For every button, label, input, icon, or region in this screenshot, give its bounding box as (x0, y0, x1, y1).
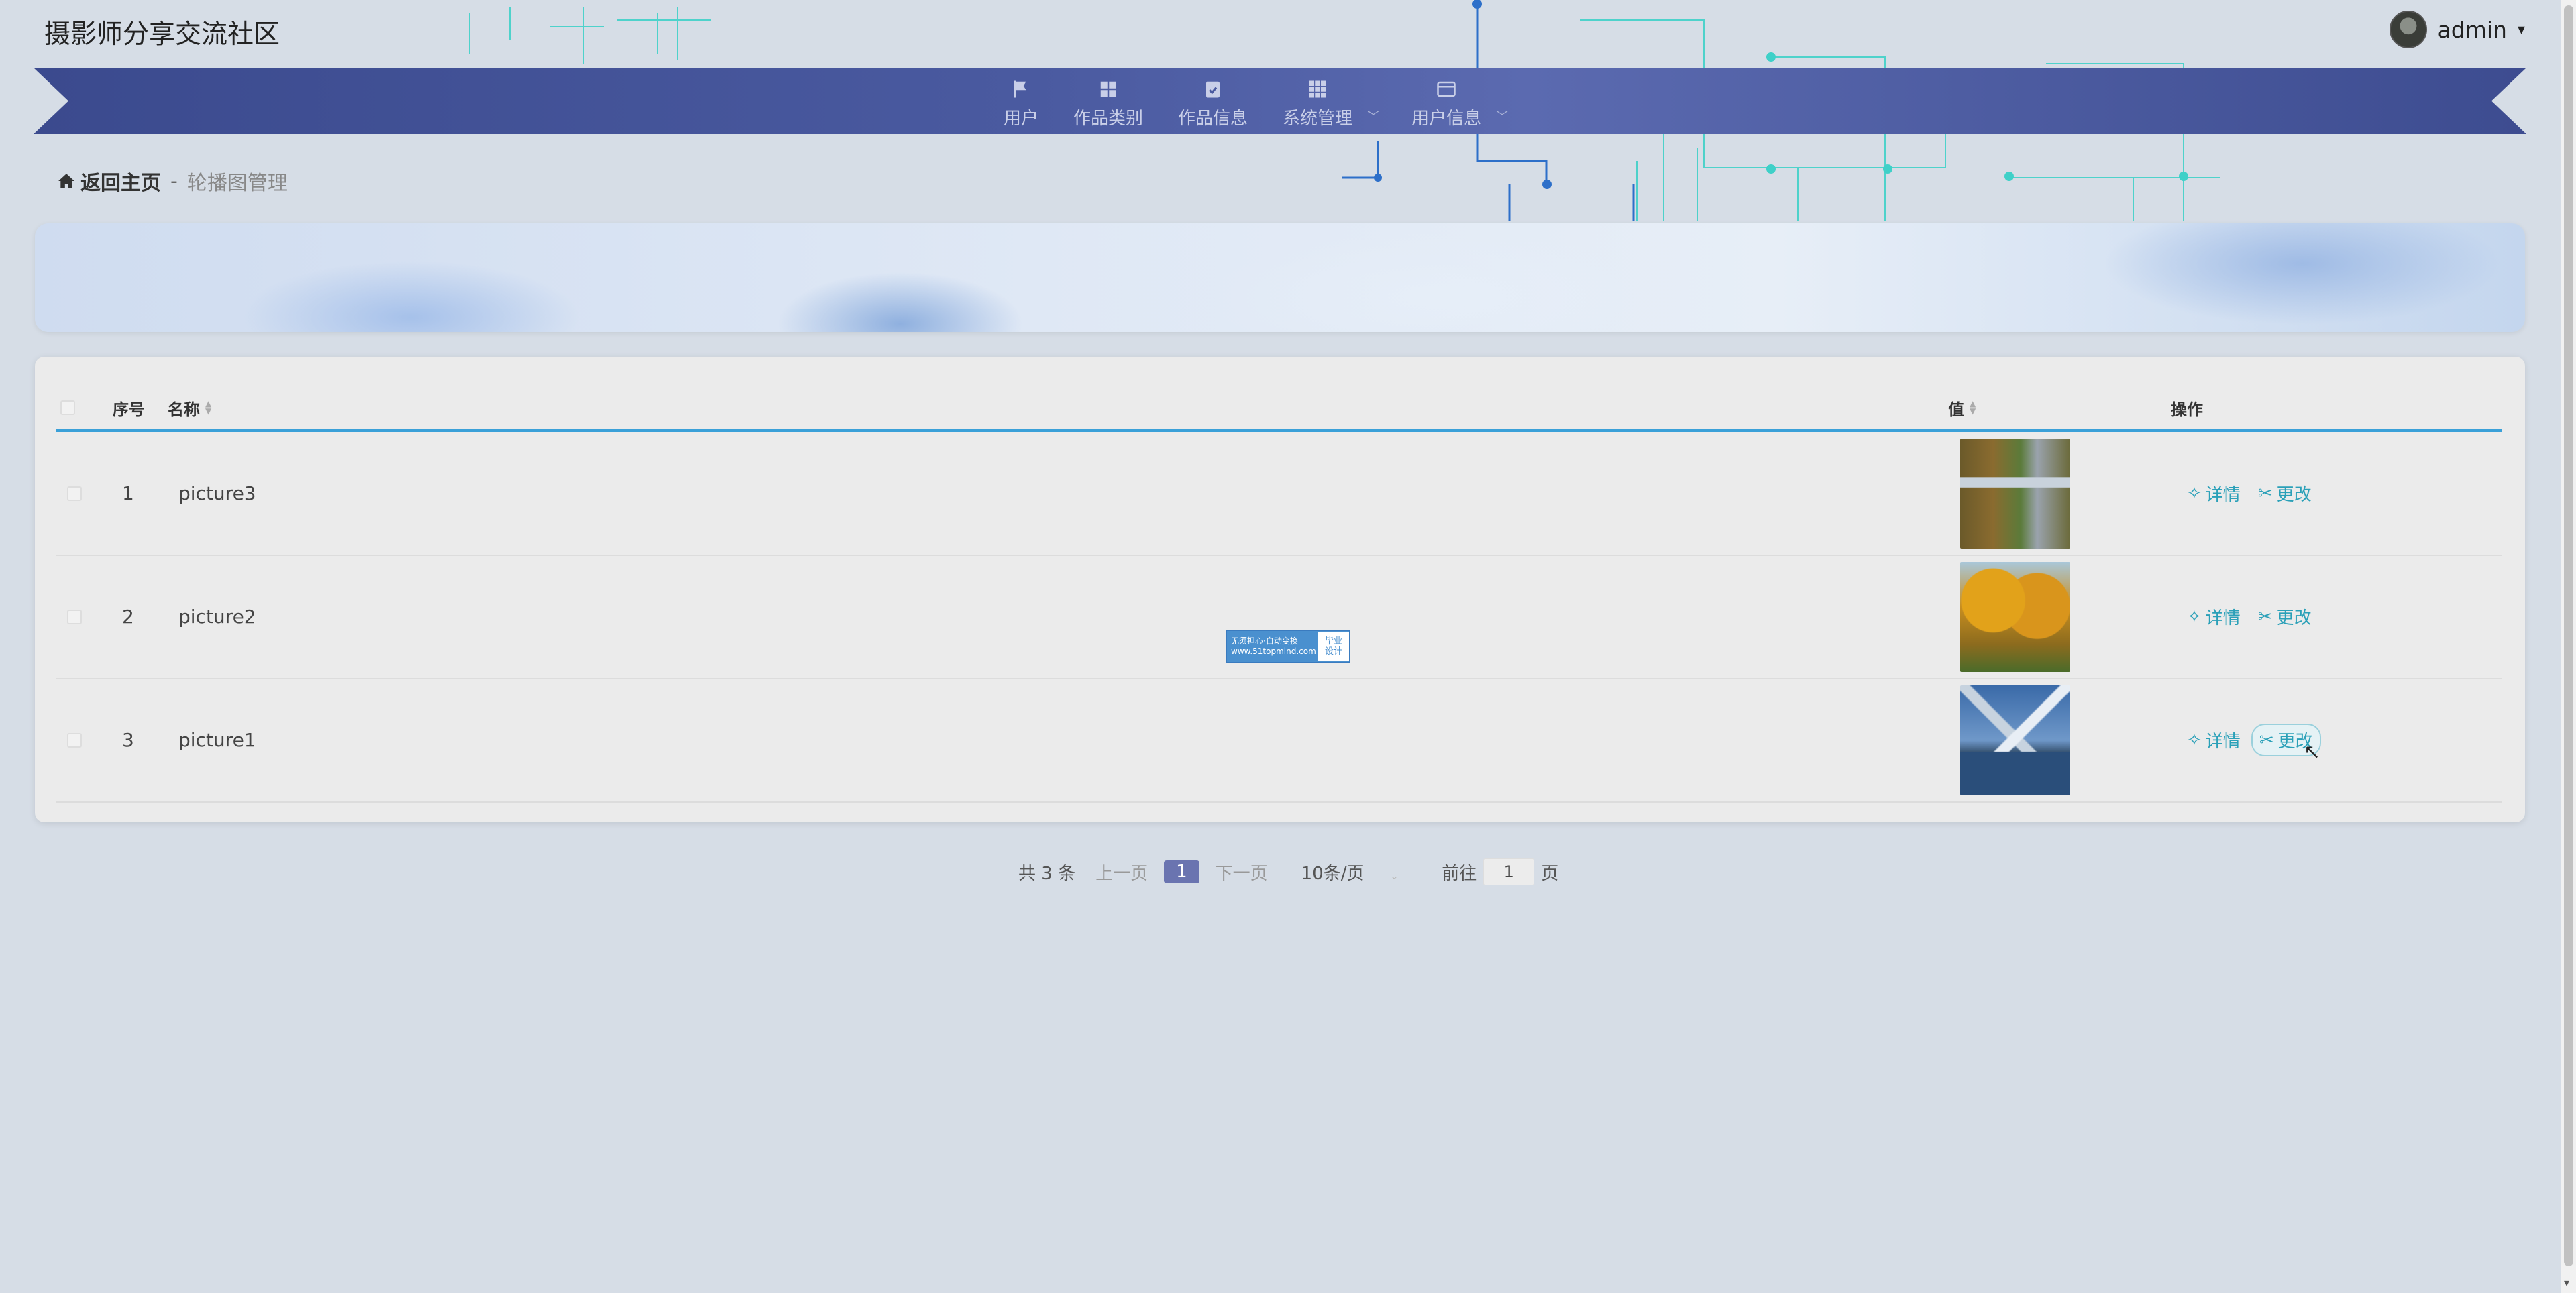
row-thumbnail[interactable] (1960, 432, 2070, 555)
detail-button[interactable]: ✧ 详情 (2180, 602, 2247, 632)
row-thumbnail[interactable] (1960, 679, 2070, 801)
header-index: 序号 (113, 400, 145, 419)
tools-icon: ✂ (2257, 606, 2273, 627)
nav-item-user-info[interactable]: 用户信息 ﹀ (1394, 74, 1508, 134)
watermark-line1: 无须担心·自动变换 (1231, 636, 1298, 646)
nav-item-label: 作品信息 (1178, 108, 1248, 129)
nav-item-system[interactable]: 系统管理 ﹀ (1265, 74, 1379, 134)
row-checkbox[interactable] (67, 555, 82, 678)
table-header: 序号 名称 ▲ ▼ 值 ▲ ▼ 操作 (56, 386, 2502, 432)
lake-cliff-photo (1960, 438, 2070, 549)
nav-menu: 用户 作品类别 作品信息 系统管理 ﹀ 用户信息 ﹀ (986, 74, 1523, 134)
row-index: 2 (122, 606, 134, 628)
row-thumbnail[interactable] (1960, 555, 2070, 678)
row-index: 3 (122, 729, 134, 751)
pagination: 共 3 条 上一页 1 下一页 10条/页 ⌄ 前往 页 (1018, 858, 1558, 885)
sparkle-icon: ✧ (2187, 730, 2202, 750)
edit-button[interactable]: ✂ 更改 (2251, 478, 2318, 508)
detail-label: 详情 (2205, 608, 2241, 628)
goto-label: 前往 (1442, 863, 1477, 884)
tools-icon: ✂ (2259, 730, 2274, 750)
sparkle-icon: ✧ (2187, 606, 2202, 627)
nav-item-users[interactable]: 用户 (986, 74, 1056, 134)
sparkle-icon: ✧ (2187, 483, 2202, 504)
page-number-button[interactable]: 1 (1164, 860, 1199, 883)
page-size-label: 10条/页 (1301, 863, 1364, 884)
scroll-down-arrow-icon[interactable]: ▾ (2564, 1276, 2569, 1289)
header-ops: 操作 (2171, 400, 2203, 419)
header-value-label: 值 (1948, 400, 1964, 419)
chevron-down-icon: ⌄ (1389, 868, 1399, 882)
row-checkbox[interactable] (67, 679, 82, 801)
pager-total: 共 3 条 (1018, 863, 1076, 884)
header-name-label: 名称 (168, 400, 200, 419)
watermark-badge1: 毕业 (1324, 636, 1342, 646)
prev-page-button[interactable]: 上一页 (1095, 860, 1148, 885)
grid-icon (1100, 81, 1116, 97)
user-name: admin (2437, 16, 2507, 43)
nav-item-label: 系统管理 (1283, 108, 1353, 129)
home-icon (58, 174, 74, 188)
breadcrumb: 返回主页 - 轮播图管理 (58, 166, 288, 196)
caret-down-icon: ▾ (2517, 21, 2525, 38)
flag-icon (1014, 80, 1026, 97)
detail-label: 详情 (2205, 732, 2241, 752)
chevron-down-icon: ﹀ (1367, 110, 1380, 124)
header-name[interactable]: 名称 ▲ ▼ (168, 386, 211, 429)
avatar (2389, 11, 2427, 48)
nav-item-label: 用户 (1004, 108, 1039, 129)
header-value[interactable]: 值 ▲ ▼ (1948, 386, 1976, 429)
page-size-select[interactable]: 10条/页 ⌄ (1301, 860, 1399, 885)
detail-button[interactable]: ✧ 详情 (2180, 478, 2247, 508)
row-index: 1 (122, 482, 134, 504)
vertical-scrollbar[interactable]: ▾ (2561, 0, 2576, 1293)
goto-page-input[interactable] (1483, 858, 1535, 885)
card-icon (1437, 81, 1456, 97)
row-name: picture1 (178, 729, 256, 751)
sort-icon: ▲ ▼ (205, 399, 212, 416)
select-all-checkbox[interactable] (60, 386, 75, 429)
apps-grid-icon (1309, 80, 1326, 97)
watermark-line2: www.51topmind.com (1231, 646, 1316, 656)
data-table: 序号 名称 ▲ ▼ 值 ▲ ▼ 操作 1 picture3 ✧ 详情 ✂ 更改 2 pi… (35, 357, 2525, 822)
detail-label: 详情 (2205, 485, 2241, 505)
row-actions: ✧ 详情 ✂ 更改 (2180, 679, 2321, 801)
breadcrumb-current: 轮播图管理 (186, 172, 288, 195)
mouse-cursor-icon: ↖ (2304, 740, 2321, 764)
row-checkbox[interactable] (67, 432, 82, 555)
banner-image (35, 223, 2525, 332)
sort-icon: ▲ ▼ (1970, 399, 1976, 416)
table-row: 1 picture3 ✧ 详情 ✂ 更改 (56, 432, 2502, 556)
next-page-button[interactable]: 下一页 (1216, 860, 1268, 885)
row-actions: ✧ 详情 ✂ 更改 (2180, 432, 2318, 555)
chevron-down-icon: ﹀ (1496, 110, 1509, 124)
watermark-badge: 无须担心·自动变换 www.51topmind.com 毕业 设计 (1226, 630, 1350, 663)
edit-button[interactable]: ✂ 更改 (2251, 602, 2318, 632)
table-row: 3 picture1 ✧ 详情 ✂ 更改 (56, 679, 2502, 803)
breadcrumb-home-label: 返回主页 (80, 172, 161, 195)
nav-item-work-info[interactable]: 作品信息 (1161, 74, 1265, 134)
nav-item-label: 用户信息 (1411, 108, 1482, 129)
row-name: picture2 (178, 606, 256, 628)
autumn-trees-photo (1960, 561, 2070, 672)
user-menu[interactable]: admin ▾ (2389, 11, 2525, 48)
edit-label: 更改 (2276, 485, 2312, 505)
edit-label: 更改 (2276, 608, 2312, 628)
breadcrumb-separator: - (170, 169, 178, 193)
tools-icon: ✂ (2257, 483, 2273, 504)
nav-item-work-category[interactable]: 作品类别 (1056, 74, 1161, 134)
row-actions: ✧ 详情 ✂ 更改 (2180, 555, 2318, 678)
watermark-badge2: 设计 (1324, 646, 1342, 657)
clipboard-check-icon (1206, 81, 1220, 97)
site-title: 摄影师分享交流社区 (44, 19, 280, 50)
nav-item-label: 作品类别 (1073, 108, 1144, 129)
breadcrumb-home-link[interactable]: 返回主页 (58, 166, 161, 196)
page-unit-label: 页 (1541, 863, 1559, 884)
detail-button[interactable]: ✧ 详情 (2180, 725, 2247, 755)
scrollbar-thumb[interactable] (2564, 5, 2573, 1266)
mountain-lake-photo (1960, 685, 2070, 795)
row-name: picture3 (178, 482, 256, 504)
